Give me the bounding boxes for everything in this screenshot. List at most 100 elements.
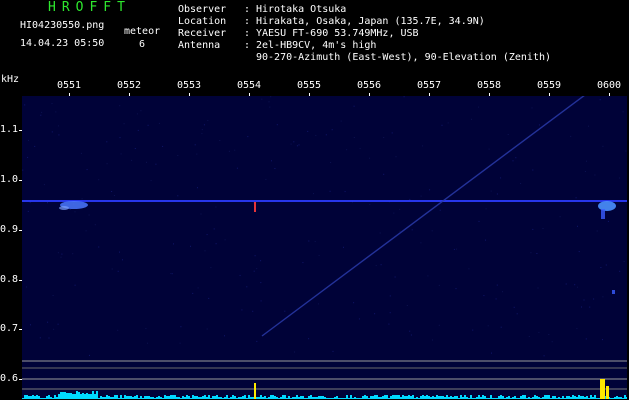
noise-speck (576, 328, 578, 330)
spectrum-bar (404, 396, 406, 399)
info-value: Hirotaka Otsuka (256, 4, 347, 15)
noise-speck (61, 253, 63, 255)
spectrum-bar (40, 398, 42, 399)
spectrum-bar (92, 391, 94, 399)
noise-speck (478, 106, 480, 108)
spectrum-bar (514, 396, 516, 399)
spectrum-bar (572, 395, 574, 399)
spectrum-bar (196, 396, 198, 399)
noise-speck (241, 309, 243, 311)
noise-speck (119, 105, 121, 107)
noise-speck (411, 229, 413, 231)
noise-speck (395, 156, 397, 158)
noise-speck (308, 240, 310, 242)
noise-speck (26, 286, 27, 288)
spectrum-bar (24, 395, 26, 399)
noise-speck (586, 160, 587, 162)
noise-speck (117, 329, 119, 331)
noise-speck (515, 157, 517, 159)
spectrum-bar (564, 398, 566, 399)
noise-speck (528, 336, 530, 337)
spectrum-bar (192, 395, 194, 399)
spectrum-bar (470, 395, 472, 399)
spectrum-bar (106, 395, 108, 399)
y-tick-label: 1.1 (0, 124, 19, 135)
spectrum-bar (114, 395, 116, 399)
noise-speck (88, 214, 90, 216)
spectrum-bar (332, 398, 334, 399)
noise-speck (296, 145, 298, 147)
spectrum-bar (250, 397, 252, 399)
spectrum-bar (98, 398, 100, 399)
noise-speck (447, 122, 449, 124)
spectrum-bar (82, 393, 84, 399)
spectrum-bar (68, 393, 70, 399)
noise-speck (111, 191, 113, 192)
spectrum-bar (330, 398, 332, 399)
noise-speck (207, 119, 209, 121)
noise-speck (147, 124, 149, 126)
meteor-echo (612, 290, 615, 294)
spectrum-bar (518, 398, 520, 399)
noise-speck (532, 169, 534, 171)
noise-speck (538, 331, 540, 333)
noise-speck (271, 160, 272, 162)
noise-speck (491, 352, 492, 354)
noise-speck (403, 96, 405, 98)
spectrum-bar (478, 395, 480, 399)
spectrum-bar (88, 394, 90, 399)
spectrum-bar (208, 395, 210, 399)
noise-speck (619, 270, 621, 272)
spectrum-bar (52, 398, 54, 399)
noise-speck (170, 273, 172, 275)
noise-speck (441, 124, 443, 126)
spectrum-bar (528, 397, 530, 399)
noise-speck (391, 132, 393, 134)
noise-speck (98, 246, 100, 248)
spectrum-bar (342, 398, 344, 399)
x-tick-label: 0559 (537, 80, 562, 91)
spectrum-bar (448, 397, 450, 399)
x-tick-label: 0552 (117, 80, 142, 91)
spectrum-bar (198, 397, 200, 399)
spectrum-bar (430, 397, 432, 399)
spectrum-bar (520, 396, 522, 399)
spectrum-bar (240, 397, 242, 399)
noise-speck (252, 310, 254, 312)
noise-speck (602, 296, 604, 298)
spectrum-bar (90, 394, 92, 399)
info-key: Location (178, 16, 227, 27)
spectrum-spike (606, 386, 609, 399)
noise-speck (247, 136, 249, 138)
spectrum-bar (316, 397, 318, 399)
noise-speck (536, 253, 538, 254)
spectrum-bar (138, 398, 140, 399)
spectrum-bar (64, 392, 66, 399)
spectrum-bar (428, 396, 430, 399)
noise-speck (94, 224, 96, 226)
noise-speck (113, 195, 115, 196)
noise-speck (215, 206, 217, 208)
spectrum-bar (480, 397, 482, 399)
x-tick-label: 0554 (237, 80, 262, 91)
spectrum-bar (388, 398, 390, 399)
info-row: Receiver: YAESU FT-690 53.749MHz, USB (178, 28, 551, 40)
spectrum-bar (128, 396, 130, 399)
noise-speck (496, 193, 498, 195)
spectrum-bar (258, 397, 260, 399)
noise-speck (422, 145, 424, 147)
noise-speck (330, 162, 332, 163)
noise-speck (43, 184, 45, 186)
noise-speck (331, 129, 333, 131)
spectrum-bar (170, 395, 172, 399)
noise-speck (602, 339, 603, 341)
diagonal-sweep (261, 96, 585, 337)
noise-speck (41, 111, 43, 113)
spectrum-bar (306, 398, 308, 399)
noise-speck (358, 318, 360, 320)
spectrum-bar (244, 395, 246, 399)
noise-speck (570, 135, 572, 137)
noise-speck (394, 276, 396, 278)
spectrum-bar (462, 397, 464, 399)
spectrum-bar (576, 397, 578, 399)
